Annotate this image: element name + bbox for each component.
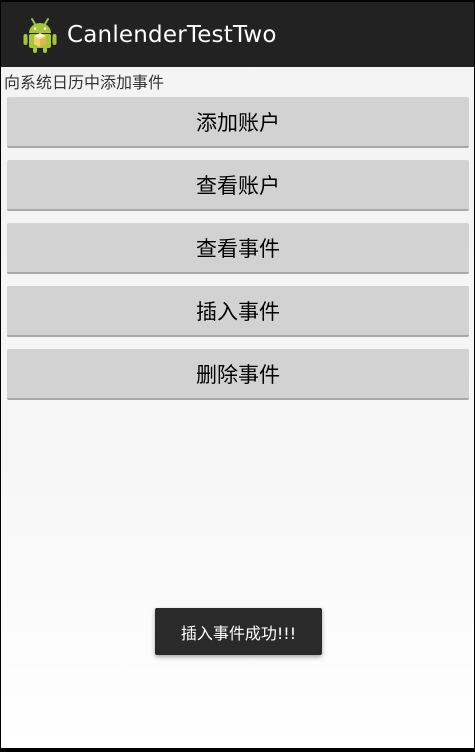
delete-event-button[interactable]: 删除事件 — [7, 349, 469, 400]
app-screen: CanlenderTestTwo 向系统日历中添加事件 添加账户 查看账户 查看… — [1, 2, 474, 748]
view-event-button[interactable]: 查看事件 — [7, 223, 469, 274]
view-account-button[interactable]: 查看账户 — [7, 160, 469, 211]
toast-message: 插入事件成功!!! — [155, 608, 322, 655]
app-title: CanlenderTestTwo — [67, 21, 277, 48]
action-bar: CanlenderTestTwo — [1, 2, 474, 67]
insert-event-button[interactable]: 插入事件 — [7, 286, 469, 337]
android-robot-icon — [23, 17, 57, 53]
description-text: 向系统日历中添加事件 — [4, 73, 165, 92]
add-account-button[interactable]: 添加账户 — [7, 97, 469, 148]
